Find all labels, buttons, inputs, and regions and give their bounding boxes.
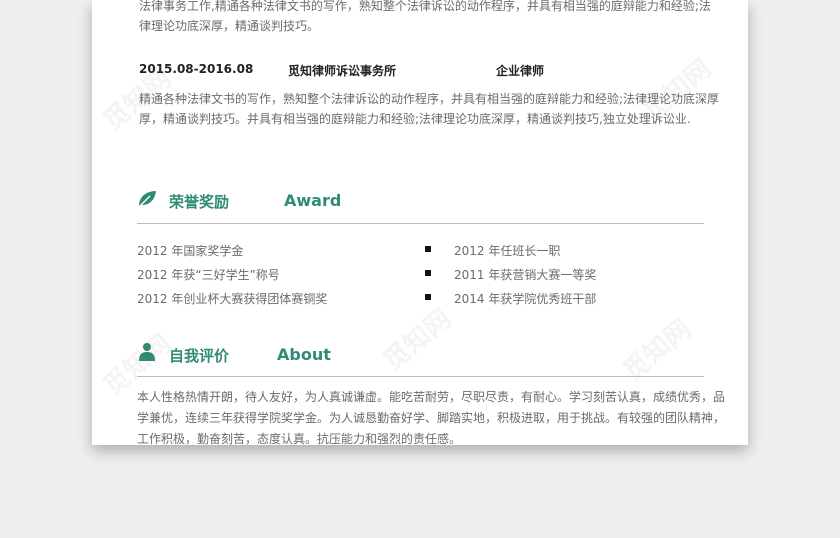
leaf-icon [136,189,158,209]
award-item: 2012 年创业杯大赛获得团体赛铜奖 [137,292,328,306]
experience-desc: 厚，精通谈判技巧。并具有相当强的庭辩能力和经验;法律理论功底深厚，精通谈判技巧,… [139,112,691,126]
about-divider [137,376,704,377]
experience-prev-desc: 律理论功底深厚，精通谈判技巧。 [139,19,320,33]
award-title-cn: 荣誉奖励 [169,193,230,211]
award-item: 2012 年获“三好学生”称号 [137,268,280,282]
about-text: 学兼优，连续三年获得学院奖学金。为人诚恳勤奋好学、脚踏实地，积极进取，用于挑战。… [137,411,726,425]
person-icon [138,342,156,362]
about-text: 工作积极，勤奋刻苦，态度认真。抗压能力和强烈的责任感。 [137,432,462,445]
about-title-en: About [277,345,331,364]
experience-prev-desc: 法律事务工作,精通各种法律文书的写作，熟知整个法律诉讼的动作程序，并具有相当强的… [139,0,711,13]
award-title-en: Award [284,191,342,210]
award-divider [137,223,704,224]
bullet-icon [425,246,431,252]
about-text: 本人性格热情开朗，待人友好，为人真诚谦虚。能吃苦耐劳，尽职尽责，有耐心。学习刻苦… [137,390,726,404]
experience-desc: 精通各种法律文书的写作，熟知整个法律诉讼的动作程序，并具有相当强的庭辩能力和经验… [139,92,720,106]
experience-role: 企业律师 [496,64,545,78]
award-item: 2012 年任班长一职 [454,244,561,258]
experience-company: 觅知律师诉讼事务所 [288,64,397,78]
about-title-cn: 自我评价 [169,347,230,365]
resume-page: 觅知网 觅知网 觅知网 觅知网 觅知网 法律事务工作,精通各种法律文书的写作，熟… [92,0,748,445]
award-item: 2012 年国家奖学金 [137,244,244,258]
award-item: 2011 年获营销大赛一等奖 [454,268,597,282]
award-item: 2014 年获学院优秀班干部 [454,292,597,306]
experience-date: 2015.08-2016.08 [139,62,254,76]
bullet-icon [425,270,431,276]
bullet-icon [425,294,431,300]
watermark: 觅知网 [374,299,458,377]
